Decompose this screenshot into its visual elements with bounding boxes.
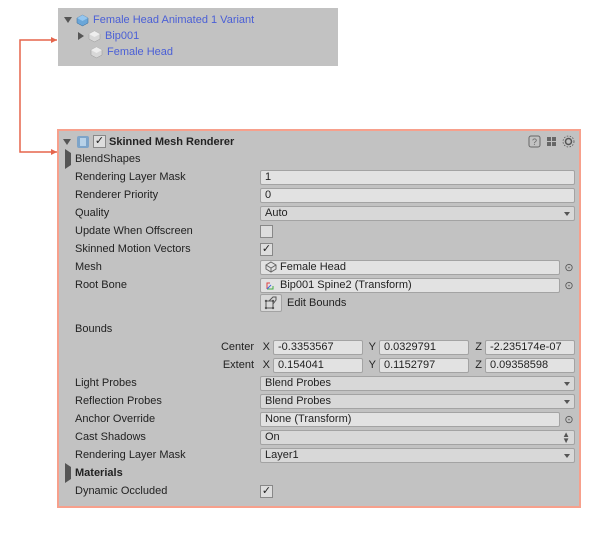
- materials-row[interactable]: Materials: [63, 464, 575, 482]
- hierarchy-item-bip[interactable]: Bip001: [64, 28, 332, 44]
- rendering-layer-mask-input[interactable]: [260, 170, 575, 185]
- quality-row: Quality Auto: [63, 204, 575, 222]
- bounds-center-row: Center X Y Z: [63, 338, 575, 356]
- component-title: Skinned Mesh Renderer: [109, 136, 524, 148]
- foldout-icon[interactable]: [65, 463, 71, 483]
- edit-bounds-row: Edit Bounds: [63, 294, 575, 312]
- relation-arrow: [2, 34, 62, 234]
- reflection-probes-row: Reflection Probes Blend Probes: [63, 392, 575, 410]
- hierarchy-item-root[interactable]: Female Head Animated 1 Variant: [64, 12, 332, 28]
- dynamic-occluded-checkbox[interactable]: [260, 485, 273, 498]
- foldout-icon[interactable]: [78, 32, 84, 40]
- cast-shadows-row: Cast Shadows On▲▼: [63, 428, 575, 446]
- svg-text:?: ?: [531, 137, 536, 147]
- center-z-input[interactable]: [485, 340, 575, 355]
- reflection-probes-dropdown[interactable]: Blend Probes: [260, 394, 575, 409]
- rendering-layer-mask-row: Rendering Layer Mask: [63, 168, 575, 186]
- gear-icon[interactable]: [561, 135, 575, 149]
- extent-z-input[interactable]: [485, 358, 575, 373]
- hierarchy-item-label: Bip001: [105, 30, 139, 42]
- anchor-override-field[interactable]: None (Transform): [260, 412, 560, 427]
- light-probes-dropdown[interactable]: Blend Probes: [260, 376, 575, 391]
- mesh-icon: [265, 261, 277, 273]
- hierarchy-panel: Female Head Animated 1 Variant Bip001 Fe…: [58, 8, 338, 66]
- rendering-layer-mask2-dropdown[interactable]: Layer1: [260, 448, 575, 463]
- update-offscreen-row: Update When Offscreen: [63, 222, 575, 240]
- quality-dropdown[interactable]: Auto: [260, 206, 575, 221]
- hierarchy-item-head[interactable]: Female Head: [64, 44, 332, 60]
- center-y-input[interactable]: [379, 340, 469, 355]
- component-header[interactable]: Skinned Mesh Renderer ?: [63, 133, 575, 150]
- edit-bounds-toggle[interactable]: [260, 294, 282, 312]
- update-offscreen-checkbox[interactable]: [260, 225, 273, 238]
- bounds-label-row: Bounds: [63, 320, 575, 338]
- hierarchy-item-label: Female Head Animated 1 Variant: [93, 14, 254, 26]
- foldout-icon[interactable]: [64, 17, 72, 23]
- mesh-object-field[interactable]: Female Head: [260, 260, 560, 275]
- cast-shadows-dropdown[interactable]: On▲▼: [260, 430, 575, 445]
- foldout-icon[interactable]: [63, 139, 71, 145]
- foldout-icon[interactable]: [65, 149, 71, 169]
- light-probes-row: Light Probes Blend Probes: [63, 374, 575, 392]
- center-x-input[interactable]: [273, 340, 363, 355]
- transform-icon: [265, 279, 277, 291]
- help-icon[interactable]: ?: [527, 135, 541, 149]
- edit-bounds-label: Edit Bounds: [287, 297, 346, 309]
- component-icon: [76, 135, 90, 149]
- skinned-motion-vectors-row: Skinned Motion Vectors: [63, 240, 575, 258]
- extent-x-input[interactable]: [273, 358, 363, 373]
- extent-y-input[interactable]: [379, 358, 469, 373]
- anchor-override-row: Anchor Override None (Transform) ⊙: [63, 410, 575, 428]
- inspector-panel: Skinned Mesh Renderer ? BlendShapes Rend…: [58, 130, 580, 507]
- root-bone-row: Root Bone Bip001 Spine2 (Transform) ⊙: [63, 276, 575, 294]
- gameobject-icon: [88, 30, 101, 43]
- dynamic-occluded-row: Dynamic Occluded: [63, 482, 575, 500]
- skinned-motion-vectors-checkbox[interactable]: [260, 243, 273, 256]
- mesh-row: Mesh Female Head ⊙: [63, 258, 575, 276]
- object-picker-icon[interactable]: ⊙: [563, 413, 575, 426]
- object-picker-icon[interactable]: ⊙: [563, 261, 575, 274]
- hierarchy-item-label: Female Head: [107, 46, 173, 58]
- prefab-variant-icon: [76, 14, 89, 27]
- bounds-tool-icon: [264, 296, 278, 310]
- object-picker-icon[interactable]: ⊙: [563, 279, 575, 292]
- component-enabled-checkbox[interactable]: [93, 135, 106, 148]
- rendering-layer-mask2-row: Rendering Layer Mask Layer1: [63, 446, 575, 464]
- blendshapes-row[interactable]: BlendShapes: [63, 150, 575, 168]
- renderer-priority-row: Renderer Priority: [63, 186, 575, 204]
- renderer-priority-input[interactable]: [260, 188, 575, 203]
- gameobject-icon: [90, 46, 103, 59]
- preset-icon[interactable]: [544, 135, 558, 149]
- root-bone-object-field[interactable]: Bip001 Spine2 (Transform): [260, 278, 560, 293]
- bounds-extent-row: Extent X Y Z: [63, 356, 575, 374]
